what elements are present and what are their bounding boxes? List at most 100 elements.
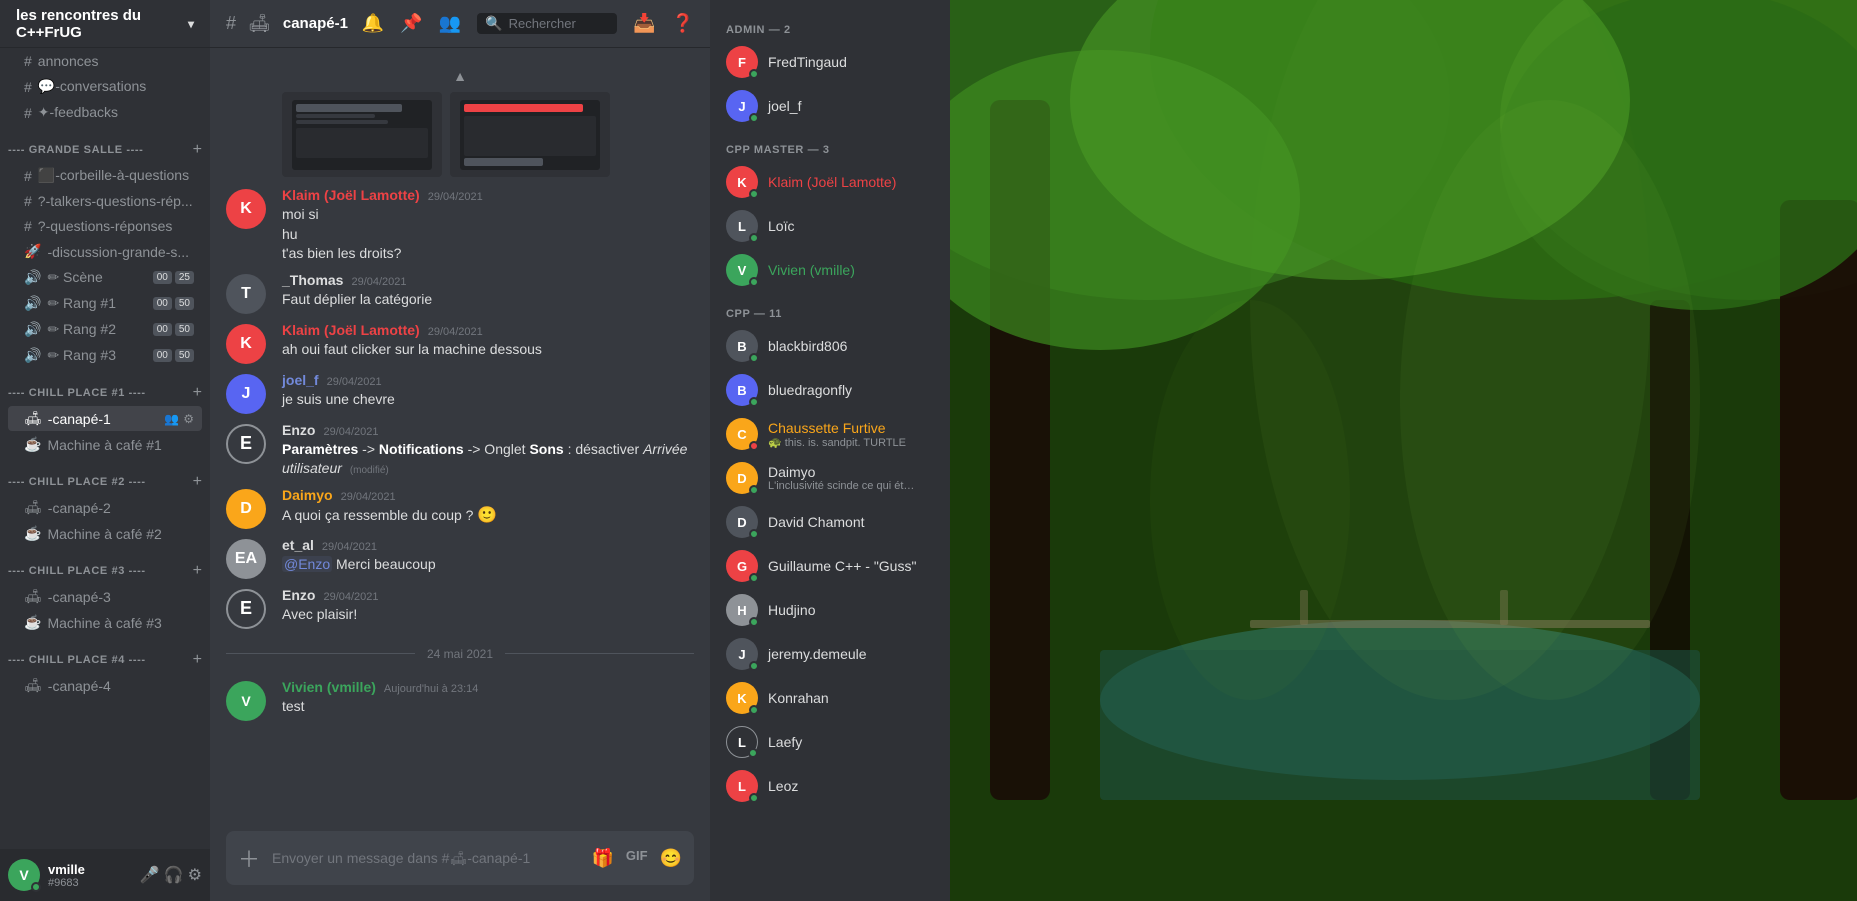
category-chill2[interactable]: ---- CHILL PLACE #2 ---- +	[0, 458, 210, 494]
add-channel-icon[interactable]: +	[193, 563, 202, 579]
inbox-icon[interactable]: 📥	[633, 13, 655, 34]
bell-icon[interactable]: 🔔	[362, 13, 384, 34]
message-author: Klaim (Joël Lamotte)	[282, 187, 420, 203]
status-dot	[749, 661, 759, 671]
server-header[interactable]: les rencontres du C++FrUG ▾	[0, 0, 210, 48]
member-item-blackbird[interactable]: B blackbird806	[718, 324, 942, 368]
message-input[interactable]	[272, 839, 579, 877]
member-item-jeremy[interactable]: J jeremy.demeule	[718, 632, 942, 676]
message-author: Vivien (vmille)	[282, 679, 376, 695]
add-attachment-button[interactable]: ＋	[238, 831, 260, 885]
message-time: 29/04/2021	[428, 326, 483, 338]
microphone-icon[interactable]: 🎤	[140, 865, 160, 885]
speaker-icon: 🔊	[24, 295, 41, 312]
gif-icon[interactable]: GIF	[626, 848, 648, 869]
headphone-icon[interactable]: 🎧	[164, 865, 184, 885]
message-group: E Enzo 29/04/2021 Paramètres -> Notifica…	[210, 420, 710, 481]
message-text: Paramètres -> Notifications -> Onglet So…	[282, 440, 694, 479]
channel-item-rang3[interactable]: 🔊 ✏ Rang #3 00 50	[8, 343, 202, 368]
coffee-icon: ☕	[24, 614, 41, 631]
member-item-klaim[interactable]: K Klaim (Joël Lamotte)	[718, 160, 942, 204]
message-text: hu	[282, 225, 694, 245]
messages-area[interactable]: ▲ K	[210, 48, 710, 831]
server-name: les rencontres du C++FrUG	[16, 7, 188, 41]
channel-item-canape1[interactable]: 🛋 -canapé-1 👥 ⚙	[8, 406, 202, 431]
channel-item-canape2[interactable]: 🛋 -canapé-2	[8, 495, 202, 520]
member-item-loic[interactable]: L Loïc	[718, 204, 942, 248]
member-name: Leoz	[768, 778, 798, 794]
message-author: Enzo	[282, 422, 315, 438]
channel-item-canape4[interactable]: 🛋 -canapé-4	[8, 673, 202, 698]
pin-icon[interactable]: 📌	[400, 13, 422, 34]
channel-item-cafe3[interactable]: ☕ Machine à café #3	[8, 610, 202, 635]
question-icon: #	[24, 218, 32, 234]
channel-item-feedbacks[interactable]: # ✦-feedbacks	[8, 100, 202, 125]
category-grande-salle[interactable]: ---- GRANDE SALLE ---- +	[0, 126, 210, 162]
member-name: Klaim (Joël Lamotte)	[768, 174, 896, 190]
add-channel-icon[interactable]: +	[193, 385, 202, 401]
member-status: L'inclusivité scinde ce qui était ...	[768, 480, 918, 492]
member-name: Konrahan	[768, 690, 829, 706]
channel-item-rang2[interactable]: 🔊 ✏ Rang #2 00 50	[8, 317, 202, 342]
message-time: 29/04/2021	[322, 541, 377, 553]
message-text: @Enzo Merci beaucoup	[282, 555, 694, 575]
members-icon[interactable]: 👥	[439, 13, 461, 34]
status-dot	[749, 113, 759, 123]
add-channel-icon[interactable]: +	[193, 142, 202, 158]
member-item-leoz[interactable]: L Leoz	[718, 764, 942, 808]
message-text: t'as bien les droits?	[282, 244, 694, 264]
status-dot	[749, 441, 759, 451]
member-item-konrahan[interactable]: K Konrahan	[718, 676, 942, 720]
member-item-hudjino[interactable]: H Hudjino	[718, 588, 942, 632]
channel-item-canape3[interactable]: 🛋 -canapé-3	[8, 584, 202, 609]
channels-list: # annonces # 💬-conversations # ✦-feedbac…	[0, 48, 210, 849]
username: vmille	[48, 862, 132, 877]
member-item-fredtingaud[interactable]: F FredTingaud	[718, 40, 942, 84]
member-item-laefy[interactable]: L Laefy	[718, 720, 942, 764]
member-item-chaussette[interactable]: C Chaussette Furtive 🐢 this. is. sandpit…	[718, 412, 942, 456]
member-item-bluedragon[interactable]: B bluedragonfly	[718, 368, 942, 412]
channel-item-rang1[interactable]: 🔊 ✏ Rang #1 00 50	[8, 291, 202, 316]
avatar: J	[726, 638, 758, 670]
avatar: F	[726, 46, 758, 78]
help-icon[interactable]: ❓	[672, 13, 694, 34]
message-time: 29/04/2021	[351, 276, 406, 288]
category-chill4[interactable]: ---- CHILL PLACE #4 ---- +	[0, 636, 210, 672]
category-chill3[interactable]: ---- CHILL PLACE #3 ---- +	[0, 547, 210, 583]
channel-item-cafe1[interactable]: ☕ Machine à café #1	[8, 432, 202, 457]
channel-item-cafe2[interactable]: ☕ Machine à café #2	[8, 521, 202, 546]
main-chat: # 🛋 canapé-1 🔔 📌 👥 🔍 Rechercher 📥 ❓ ▲	[210, 0, 710, 901]
channel-item-questions[interactable]: # ?-questions-réponses	[8, 214, 202, 238]
gift-icon[interactable]: 🎁	[591, 848, 613, 869]
member-item-joelf[interactable]: J joel_f	[718, 84, 942, 128]
add-channel-icon[interactable]: +	[193, 652, 202, 668]
member-item-guillaume[interactable]: G Guillaume C++ - "Guss"	[718, 544, 942, 588]
message-text: Avec plaisir!	[282, 605, 694, 625]
message-author: _Thomas	[282, 272, 343, 288]
channel-item-discussion[interactable]: 🚀 -discussion-grande-s...	[8, 239, 202, 264]
hash-icon: #	[24, 168, 32, 184]
message-text: moi si	[282, 205, 694, 225]
avatar: V	[726, 254, 758, 286]
member-item-daimyo[interactable]: D Daimyo L'inclusivité scinde ce qui éta…	[718, 456, 942, 500]
member-item-vivien[interactable]: V Vivien (vmille)	[718, 248, 942, 292]
category-chill1[interactable]: ---- CHILL PLACE #1 ---- +	[0, 369, 210, 405]
status-dot	[749, 573, 759, 583]
search-box[interactable]: 🔍 Rechercher	[477, 13, 617, 34]
status-dot	[749, 705, 759, 715]
channel-item-talkers[interactable]: # ?-talkers-questions-rép...	[8, 189, 202, 213]
channel-item-annonces[interactable]: # annonces	[8, 49, 202, 73]
channel-item-scene[interactable]: 🔊 ✏ Scène 00 25	[8, 265, 202, 290]
scroll-up-button[interactable]: ▲	[210, 64, 710, 92]
settings-icon[interactable]: ⚙	[183, 412, 194, 426]
member-item-david[interactable]: D David Chamont	[718, 500, 942, 544]
message-text: Faut déplier la catégorie	[282, 290, 694, 310]
channel-item-corbeille[interactable]: # ⬛-corbeille-à-questions	[8, 163, 202, 188]
status-dot	[749, 233, 759, 243]
add-channel-icon[interactable]: +	[193, 474, 202, 490]
channel-item-conversations[interactable]: # 💬-conversations	[8, 74, 202, 99]
avatar: T	[226, 274, 266, 314]
settings-icon[interactable]: ⚙	[188, 865, 202, 885]
header-actions: 🔔 📌 👥 🔍 Rechercher 📥 ❓	[362, 13, 694, 34]
emoji-icon[interactable]: 😊	[660, 848, 682, 869]
